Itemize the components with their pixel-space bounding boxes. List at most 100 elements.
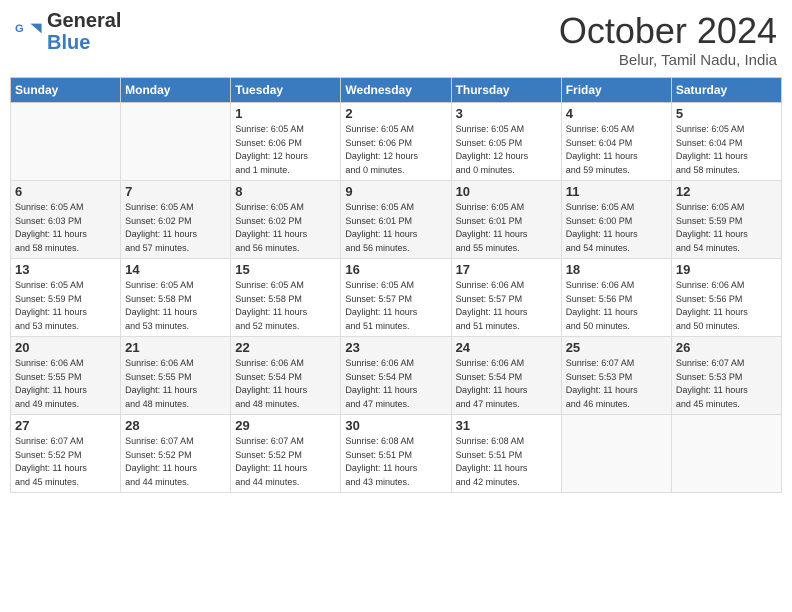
calendar-cell: 15 Sunrise: 6:05 AMSunset: 5:58 PMDayligh…	[231, 259, 341, 337]
calendar-week-2: 6 Sunrise: 6:05 AMSunset: 6:03 PMDaylight…	[11, 181, 782, 259]
calendar-week-1: 1Sunrise: 6:05 AMSunset: 6:06 PMDaylight…	[11, 103, 782, 181]
weekday-header-friday: Friday	[561, 78, 671, 103]
day-info: Sunrise: 6:07 AMSunset: 5:53 PMDaylight:…	[566, 357, 667, 411]
day-number: 26	[676, 340, 777, 355]
day-info: Sunrise: 6:05 AMSunset: 6:06 PMDaylight:…	[345, 123, 446, 177]
calendar-cell: 23 Sunrise: 6:06 AMSunset: 5:54 PMDayligh…	[341, 337, 451, 415]
weekday-header-thursday: Thursday	[451, 78, 561, 103]
calendar-cell: 19 Sunrise: 6:06 AMSunset: 5:56 PMDayligh…	[671, 259, 781, 337]
day-info: Sunrise: 6:05 AMSunset: 5:58 PMDaylight:…	[125, 279, 226, 333]
day-info: Sunrise: 6:05 AMSunset: 6:04 PMDaylight:…	[566, 123, 667, 177]
title-area: October 2024 Belur, Tamil Nadu, India	[559, 10, 777, 69]
day-number: 20	[15, 340, 116, 355]
day-info: Sunrise: 6:05 AMSunset: 5:57 PMDaylight:…	[345, 279, 446, 333]
day-info: Sunrise: 6:06 AMSunset: 5:57 PMDaylight:…	[456, 279, 557, 333]
calendar-cell: 20Sunrise: 6:06 AMSunset: 5:55 PMDayligh…	[11, 337, 121, 415]
day-number: 13	[15, 262, 116, 277]
day-info: Sunrise: 6:05 AMSunset: 6:01 PMDaylight:…	[345, 201, 446, 255]
day-info: Sunrise: 6:06 AMSunset: 5:54 PMDaylight:…	[235, 357, 336, 411]
weekday-header-saturday: Saturday	[671, 78, 781, 103]
calendar-cell: 24 Sunrise: 6:06 AMSunset: 5:54 PMDayligh…	[451, 337, 561, 415]
calendar-cell: 17 Sunrise: 6:06 AMSunset: 5:57 PMDayligh…	[451, 259, 561, 337]
calendar-cell: 12 Sunrise: 6:05 AMSunset: 5:59 PMDayligh…	[671, 181, 781, 259]
day-number: 7	[125, 184, 226, 199]
day-number: 31	[456, 418, 557, 433]
calendar-week-3: 13 Sunrise: 6:05 AMSunset: 5:59 PMDayligh…	[11, 259, 782, 337]
calendar-cell: 29Sunrise: 6:07 AMSunset: 5:52 PMDayligh…	[231, 415, 341, 493]
weekday-header-wednesday: Wednesday	[341, 78, 451, 103]
day-info: Sunrise: 6:06 AMSunset: 5:54 PMDaylight:…	[456, 357, 557, 411]
day-info: Sunrise: 6:05 AMSunset: 6:02 PMDaylight:…	[235, 201, 336, 255]
day-info: Sunrise: 6:06 AMSunset: 5:56 PMDaylight:…	[566, 279, 667, 333]
weekday-header-monday: Monday	[121, 78, 231, 103]
day-number: 22	[235, 340, 336, 355]
day-number: 18	[566, 262, 667, 277]
calendar-cell	[121, 103, 231, 181]
calendar-cell	[561, 415, 671, 493]
day-info: Sunrise: 6:08 AMSunset: 5:51 PMDaylight:…	[345, 435, 446, 489]
calendar-cell: 13 Sunrise: 6:05 AMSunset: 5:59 PMDayligh…	[11, 259, 121, 337]
day-number: 23	[345, 340, 446, 355]
day-number: 8	[235, 184, 336, 199]
day-number: 4	[566, 106, 667, 121]
day-number: 3	[456, 106, 557, 121]
day-number: 30	[345, 418, 446, 433]
calendar-cell: 4 Sunrise: 6:05 AMSunset: 6:04 PMDaylight…	[561, 103, 671, 181]
day-info: Sunrise: 6:05 AMSunset: 5:59 PMDaylight:…	[15, 279, 116, 333]
day-info: Sunrise: 6:07 AMSunset: 5:52 PMDaylight:…	[15, 435, 116, 489]
day-info: Sunrise: 6:05 AMSunset: 6:06 PMDaylight:…	[235, 123, 336, 177]
day-number: 27	[15, 418, 116, 433]
calendar-cell: 8 Sunrise: 6:05 AMSunset: 6:02 PMDaylight…	[231, 181, 341, 259]
day-info: Sunrise: 6:07 AMSunset: 5:53 PMDaylight:…	[676, 357, 777, 411]
day-number: 11	[566, 184, 667, 199]
calendar-week-5: 27 Sunrise: 6:07 AMSunset: 5:52 PMDayligh…	[11, 415, 782, 493]
day-number: 9	[345, 184, 446, 199]
day-info: Sunrise: 6:06 AMSunset: 5:56 PMDaylight:…	[676, 279, 777, 333]
calendar-cell: 28 Sunrise: 6:07 AMSunset: 5:52 PMDayligh…	[121, 415, 231, 493]
day-info: Sunrise: 6:06 AMSunset: 5:55 PMDaylight:…	[125, 357, 226, 411]
day-number: 17	[456, 262, 557, 277]
calendar-cell: 10Sunrise: 6:05 AMSunset: 6:01 PMDayligh…	[451, 181, 561, 259]
day-number: 15	[235, 262, 336, 277]
day-info: Sunrise: 6:06 AMSunset: 5:54 PMDaylight:…	[345, 357, 446, 411]
day-info: Sunrise: 6:05 AMSunset: 6:04 PMDaylight:…	[676, 123, 777, 177]
calendar-cell: 9 Sunrise: 6:05 AMSunset: 6:01 PMDaylight…	[341, 181, 451, 259]
day-info: Sunrise: 6:05 AMSunset: 6:03 PMDaylight:…	[15, 201, 116, 255]
month-title: October 2024	[559, 10, 777, 52]
calendar-cell: 26 Sunrise: 6:07 AMSunset: 5:53 PMDayligh…	[671, 337, 781, 415]
calendar-cell: 30 Sunrise: 6:08 AMSunset: 5:51 PMDayligh…	[341, 415, 451, 493]
calendar-cell: 5 Sunrise: 6:05 AMSunset: 6:04 PMDaylight…	[671, 103, 781, 181]
day-number: 21	[125, 340, 226, 355]
calendar-cell: 3 Sunrise: 6:05 AMSunset: 6:05 PMDaylight…	[451, 103, 561, 181]
day-number: 19	[676, 262, 777, 277]
day-number: 12	[676, 184, 777, 199]
day-number: 28	[125, 418, 226, 433]
calendar-cell: 7Sunrise: 6:05 AMSunset: 6:02 PMDaylight…	[121, 181, 231, 259]
calendar-cell: 6 Sunrise: 6:05 AMSunset: 6:03 PMDaylight…	[11, 181, 121, 259]
day-number: 6	[15, 184, 116, 199]
day-info: Sunrise: 6:05 AMSunset: 5:59 PMDaylight:…	[676, 201, 777, 255]
page-header: G General Blue October 2024 Belur, Tamil…	[10, 10, 782, 69]
calendar-cell: 1Sunrise: 6:05 AMSunset: 6:06 PMDaylight…	[231, 103, 341, 181]
svg-text:G: G	[15, 23, 24, 35]
calendar-cell: 16Sunrise: 6:05 AMSunset: 5:57 PMDayligh…	[341, 259, 451, 337]
day-info: Sunrise: 6:05 AMSunset: 6:05 PMDaylight:…	[456, 123, 557, 177]
day-info: Sunrise: 6:08 AMSunset: 5:51 PMDaylight:…	[456, 435, 557, 489]
logo-icon: G	[15, 18, 43, 46]
day-info: Sunrise: 6:07 AMSunset: 5:52 PMDaylight:…	[125, 435, 226, 489]
calendar-cell	[11, 103, 121, 181]
day-number: 14	[125, 262, 226, 277]
day-number: 2	[345, 106, 446, 121]
weekday-header-row: SundayMondayTuesdayWednesdayThursdayFrid…	[11, 78, 782, 103]
location-subtitle: Belur, Tamil Nadu, India	[559, 52, 777, 69]
day-info: Sunrise: 6:05 AMSunset: 6:01 PMDaylight:…	[456, 201, 557, 255]
day-number: 5	[676, 106, 777, 121]
logo: G General Blue	[15, 10, 121, 54]
day-number: 24	[456, 340, 557, 355]
calendar-week-4: 20 Sunrise: 6:06 AMSunset: 5:55 PMDayligh…	[11, 337, 782, 415]
calendar-cell	[671, 415, 781, 493]
day-info: Sunrise: 6:07 AMSunset: 5:52 PMDaylight:…	[235, 435, 336, 489]
day-info: Sunrise: 6:05 AMSunset: 5:58 PMDaylight:…	[235, 279, 336, 333]
weekday-header-tuesday: Tuesday	[231, 78, 341, 103]
calendar-cell: 21 Sunrise: 6:06 AMSunset: 5:55 PMDayligh…	[121, 337, 231, 415]
